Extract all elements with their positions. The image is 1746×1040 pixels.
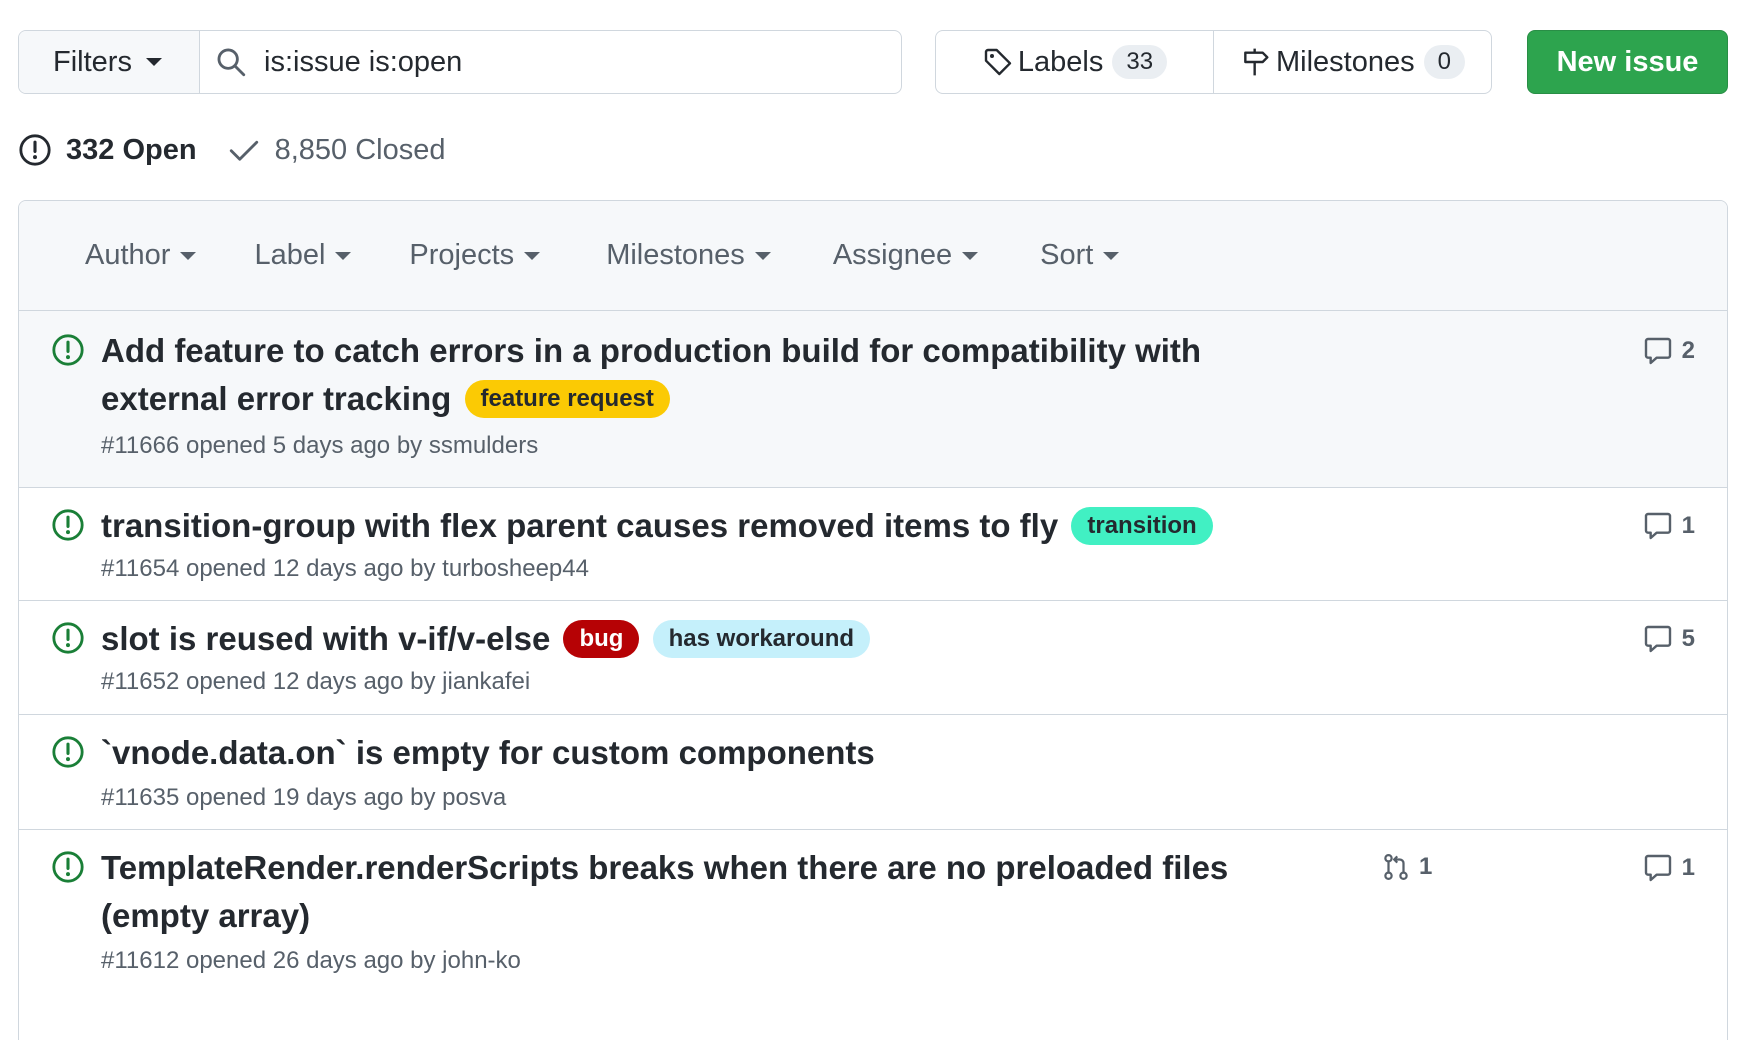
- issue-row: slot is reused with v-if/v-else bug has …: [19, 601, 1727, 715]
- labels-label: Labels: [1017, 45, 1104, 78]
- tag-icon: [984, 48, 1012, 76]
- search-wrap: [200, 31, 901, 93]
- caret-down-icon: [335, 251, 352, 260]
- issue-row: TemplateRender.renderScripts breaks when…: [19, 830, 1727, 1010]
- comments-link[interactable]: 5: [1642, 623, 1695, 655]
- caret-down-icon: [962, 251, 979, 260]
- issue-content: transition-group with flex parent causes…: [101, 502, 1213, 586]
- issue-open-icon: [52, 334, 84, 366]
- issue-open-icon: [52, 851, 84, 883]
- milestone-icon: [1244, 48, 1269, 76]
- issues-list-header: Author Label Projects Milestones Assigne…: [19, 201, 1727, 311]
- issue-title-link[interactable]: transition-group with flex parent causes…: [101, 502, 1213, 550]
- label-filter[interactable]: Label: [254, 239, 352, 272]
- comments-link[interactable]: 1: [1642, 852, 1695, 884]
- filters-label: Filters: [53, 45, 132, 78]
- issue-title-line: external error tracking: [101, 380, 452, 417]
- labels-button[interactable]: Labels 33: [936, 31, 1213, 93]
- milestones-count-badge: 0: [1423, 45, 1465, 79]
- label-feature-request[interactable]: feature request: [464, 380, 670, 418]
- label-bug[interactable]: bug: [563, 620, 640, 658]
- issue-row: transition-group with flex parent causes…: [19, 488, 1727, 601]
- caret-down-icon: [145, 58, 162, 66]
- author-filter-label: Author: [85, 239, 171, 271]
- issue-open-icon: [52, 509, 84, 541]
- issue-meta: #11612 opened 26 days ago by john-ko: [101, 947, 521, 974]
- caret-down-icon: [524, 251, 541, 260]
- issue-content: Add feature to catch errors in a product…: [101, 327, 1201, 463]
- issue-search-input[interactable]: [264, 45, 864, 79]
- comments-link[interactable]: 2: [1642, 335, 1695, 367]
- issue-open-icon: [52, 622, 84, 654]
- comment-icon: [1644, 854, 1671, 882]
- issues-list-box: Author Label Projects Milestones Assigne…: [18, 200, 1728, 1040]
- comment-count: 5: [1681, 625, 1695, 652]
- issue-title-line: slot is reused with v-if/v-else: [101, 620, 551, 657]
- issue-meta: #11666 opened 5 days ago by ssmulders: [101, 432, 539, 459]
- issue-content: `vnode.data.on` is empty for custom comp…: [101, 729, 875, 815]
- comments-link[interactable]: 1: [1642, 510, 1695, 542]
- issue-title-line: (empty array): [101, 897, 311, 934]
- caret-down-icon: [754, 251, 771, 260]
- issue-content: TemplateRender.renderScripts breaks when…: [101, 844, 1228, 978]
- issue-row: Add feature to catch errors in a product…: [19, 311, 1727, 488]
- issue-title-line: TemplateRender.renderScripts breaks when…: [101, 849, 1229, 886]
- labels-milestones-group: Labels 33 Milestones 0: [935, 30, 1492, 94]
- caret-down-icon: [180, 251, 197, 260]
- comment-icon: [1644, 512, 1671, 540]
- label-transition[interactable]: transition: [1071, 507, 1213, 545]
- label-filter-label: Label: [254, 239, 326, 271]
- caret-down-icon: [1103, 251, 1120, 260]
- issue-title-link[interactable]: TemplateRender.renderScripts breaks when…: [101, 844, 1228, 940]
- milestones-label: Milestones: [1276, 45, 1415, 78]
- issue-meta: #11654 opened 12 days ago by turbosheep4…: [101, 555, 589, 582]
- assignee-filter[interactable]: Assignee: [832, 239, 979, 272]
- issue-title-link[interactable]: slot is reused with v-if/v-else bug has …: [101, 615, 871, 663]
- author-filter[interactable]: Author: [85, 239, 197, 272]
- comment-count: 1: [1681, 512, 1695, 539]
- closed-issues-link[interactable]: 8,850 Closed: [227, 133, 446, 167]
- comment-icon: [1644, 625, 1671, 653]
- issue-title-line: Add feature to catch errors in a product…: [101, 332, 1202, 369]
- issue-meta: #11635 opened 19 days ago by posva: [101, 784, 507, 811]
- linked-pr-link[interactable]: 1: [1381, 852, 1432, 882]
- filters-dropdown-button[interactable]: Filters: [19, 31, 200, 93]
- label-has-workaround[interactable]: has workaround: [652, 620, 871, 658]
- issue-title-link[interactable]: `vnode.data.on` is empty for custom comp…: [101, 729, 875, 777]
- issue-open-icon: [19, 134, 51, 166]
- check-icon: [229, 140, 258, 161]
- issues-toolbar: Filters Labels 33 Mileston: [18, 30, 1728, 94]
- filter-search-group: Filters: [18, 30, 902, 94]
- issue-title-line: `vnode.data.on` is empty for custom comp…: [101, 734, 875, 771]
- projects-filter[interactable]: Projects: [409, 239, 541, 272]
- issue-row: `vnode.data.on` is empty for custom comp…: [19, 715, 1727, 830]
- issue-content: slot is reused with v-if/v-else bug has …: [101, 615, 871, 699]
- projects-filter-label: Projects: [409, 239, 515, 271]
- labels-count-badge: 33: [1112, 45, 1168, 79]
- sort-dropdown[interactable]: Sort: [1040, 239, 1120, 272]
- comment-count: 1: [1681, 854, 1695, 881]
- search-icon: [217, 48, 246, 77]
- new-issue-button[interactable]: New issue: [1527, 30, 1728, 94]
- linked-pr-count: 1: [1419, 853, 1433, 880]
- comment-icon: [1644, 337, 1671, 365]
- open-issues-link[interactable]: 332 Open: [18, 133, 197, 167]
- comment-count: 2: [1681, 337, 1695, 364]
- issue-open-icon: [52, 736, 84, 768]
- issue-meta: #11652 opened 12 days ago by jiankafei: [101, 668, 531, 695]
- open-count-label: 332 Open: [66, 133, 197, 166]
- milestones-filter-label: Milestones: [606, 239, 745, 271]
- milestones-button[interactable]: Milestones 0: [1213, 31, 1491, 93]
- closed-count-label: 8,850 Closed: [274, 133, 446, 166]
- issue-title-link[interactable]: Add feature to catch errors in a product…: [101, 327, 1201, 423]
- issue-title-line: transition-group with flex parent causes…: [101, 507, 1059, 544]
- milestones-filter[interactable]: Milestones: [606, 239, 771, 272]
- assignee-filter-label: Assignee: [832, 239, 953, 271]
- issue-state-toggle: 332 Open 8,850 Closed: [18, 130, 445, 170]
- pull-request-icon: [1384, 854, 1408, 880]
- sort-label: Sort: [1040, 239, 1094, 271]
